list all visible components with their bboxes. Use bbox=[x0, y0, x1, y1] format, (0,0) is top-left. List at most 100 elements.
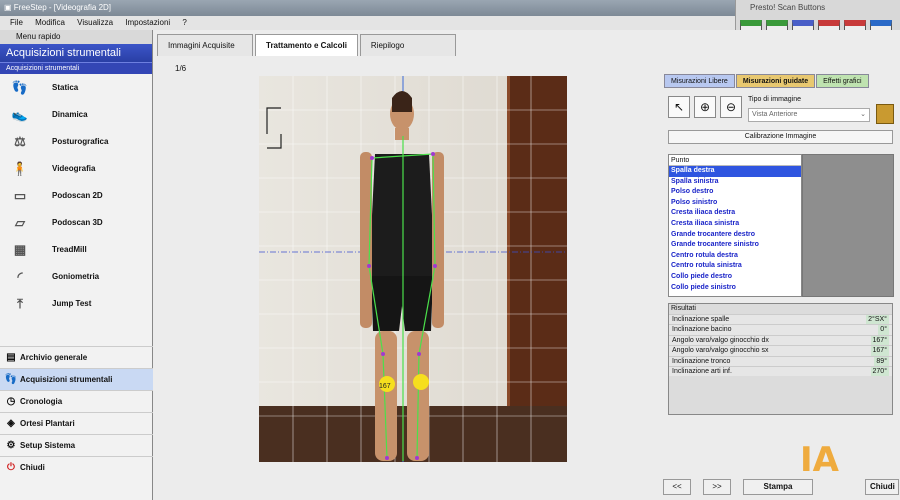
result-label: Inclinazione arti inf. bbox=[672, 367, 732, 375]
knee-angle-label: 167 bbox=[379, 383, 391, 390]
orthotic-icon: ◈ bbox=[7, 418, 15, 429]
window-title: FreeStep - [Videografia 2D] bbox=[13, 3, 112, 12]
result-label: Inclinazione tronco bbox=[672, 357, 731, 365]
prev-button[interactable]: << bbox=[663, 479, 691, 495]
history-icon: ◷ bbox=[6, 396, 16, 407]
sidebar: Menu rapido Acquisizioni strumentali Acq… bbox=[0, 30, 153, 500]
nav-item-label: Setup Sistema bbox=[20, 441, 76, 450]
next-button[interactable]: >> bbox=[703, 479, 731, 495]
result-row: Inclinazione tronco 89° bbox=[669, 355, 892, 366]
result-label: Inclinazione spalle bbox=[672, 316, 730, 323]
tool-videografia[interactable]: 🧍 Videografia bbox=[0, 155, 152, 182]
point-list-item[interactable]: Centro rotula sinistra bbox=[669, 261, 801, 272]
tool-label: Videografia bbox=[52, 164, 96, 173]
sidebar-subtitle: Acquisizioni strumentali bbox=[0, 62, 152, 74]
result-value: 2°SX° bbox=[866, 315, 889, 325]
quick-menu-header: Menu rapido bbox=[0, 30, 152, 44]
pointer-icon[interactable]: ↖ bbox=[668, 96, 690, 118]
sidebar-title: Acquisizioni strumentali bbox=[0, 44, 152, 62]
point-list-item[interactable]: Cresta iliaca sinistra bbox=[669, 219, 801, 230]
measurement-overlay[interactable]: 167 bbox=[259, 76, 567, 462]
power-icon: ⏻ bbox=[7, 462, 15, 473]
close-button[interactable]: Chiudi bbox=[865, 479, 899, 495]
window-title-bar: ▣ FreeStep - [Videografia 2D] bbox=[0, 0, 735, 16]
watermark-logo: IA bbox=[800, 440, 839, 480]
jump-icon: ⤒ bbox=[17, 295, 23, 311]
results-header: Risultati bbox=[671, 305, 696, 312]
tool-dinamica[interactable]: 👟 Dinamica bbox=[0, 101, 152, 128]
points-list: Punto Spalla destra Spalla sinistra Polso … bbox=[668, 154, 802, 297]
posture-image[interactable]: 167 bbox=[259, 76, 567, 462]
point-list-item[interactable]: Grande trocantere destro bbox=[669, 230, 801, 241]
nav-item-setup-sistema[interactable]: ⚙ Setup Sistema bbox=[0, 434, 153, 456]
app-icon: ▣ bbox=[4, 3, 14, 12]
result-label: Inclinazione bacino bbox=[672, 326, 732, 334]
result-label: Angolo varo/valgo ginocchio dx bbox=[672, 336, 769, 344]
tool-jump-test[interactable]: ⤒ Jump Test bbox=[0, 290, 152, 317]
person-figure bbox=[360, 91, 444, 461]
point-list-item[interactable]: Polso destro bbox=[669, 187, 801, 198]
result-row: Inclinazione arti inf. 270° bbox=[669, 365, 892, 377]
nav-item-label: Acquisizioni strumentali bbox=[20, 375, 113, 384]
menu-help[interactable]: ? bbox=[182, 18, 186, 27]
point-list-item[interactable]: Centro rotula destra bbox=[669, 251, 801, 262]
feet-icon: 👣 bbox=[11, 79, 29, 95]
zoom-in-icon[interactable]: ⊕ bbox=[694, 96, 716, 118]
tab-trattamento-calcoli[interactable]: Trattamento e Calcoli bbox=[255, 34, 358, 56]
nav-item-label: Ortesi Plantari bbox=[20, 419, 75, 428]
result-value: 0° bbox=[878, 325, 889, 335]
tab-riepilogo[interactable]: Riepilogo bbox=[359, 34, 456, 56]
point-list-item[interactable]: Grande trocantere sinistro bbox=[669, 240, 801, 251]
menu-impostazioni[interactable]: Impostazioni bbox=[125, 18, 170, 27]
tool-label: TreadMill bbox=[52, 245, 87, 254]
presto-title: Presto! Scan Buttons bbox=[750, 3, 826, 12]
menu-modifica[interactable]: Modifica bbox=[35, 18, 65, 27]
treadmill-icon: ▦ bbox=[13, 241, 27, 257]
result-label: Angolo varo/valgo ginocchio sx bbox=[672, 347, 769, 355]
result-row: Inclinazione spalle 2°SX° bbox=[669, 314, 892, 325]
point-list-item[interactable]: Polso sinistro bbox=[669, 198, 801, 209]
tool-label: Jump Test bbox=[52, 299, 92, 308]
main-panel: Immagini Acquisite Trattamento e Calcoli… bbox=[153, 30, 900, 500]
tool-posturografica[interactable]: ⚖ Posturografica bbox=[0, 128, 152, 155]
nav-item-acquisizioni-strumentali[interactable]: 👣 Acquisizioni strumentali bbox=[0, 368, 153, 390]
zoom-out-icon[interactable]: ⊖ bbox=[720, 96, 742, 118]
result-value: 167° bbox=[870, 335, 889, 346]
tool-podoscan-2d[interactable]: ▭ Podoscan 2D bbox=[0, 182, 152, 209]
nav-item-archivio-generale[interactable]: ▤ Archivio generale bbox=[0, 346, 153, 368]
nav-item-chiudi[interactable]: ⏻ Chiudi bbox=[0, 456, 153, 478]
tab-effetti-grafici[interactable]: Effetti grafici bbox=[816, 74, 869, 88]
nav-item-label: Chiudi bbox=[20, 463, 45, 472]
menu-file[interactable]: File bbox=[10, 18, 23, 27]
point-list-item[interactable]: Collo piede destro bbox=[669, 272, 801, 283]
print-button[interactable]: Stampa bbox=[743, 479, 813, 495]
point-list-item[interactable]: Cresta iliaca destra bbox=[669, 208, 801, 219]
tool-podoscan-3d[interactable]: ▱ Podoscan 3D bbox=[0, 209, 152, 236]
image-type-select[interactable]: Vista Anteriore ⌄ bbox=[748, 108, 870, 122]
lock-icon[interactable] bbox=[876, 104, 894, 124]
tool-label: Podoscan 2D bbox=[52, 191, 103, 200]
menu-visualizza[interactable]: Visualizza bbox=[77, 18, 113, 27]
tab-immagini-acquisite[interactable]: Immagini Acquisite bbox=[157, 34, 253, 56]
tool-statica[interactable]: 👣 Statica bbox=[0, 74, 152, 101]
results-table: Risultati Inclinazione spalle 2°SX° Inclin… bbox=[668, 303, 893, 415]
tool-treadmill[interactable]: ▦ TreadMill bbox=[0, 236, 152, 263]
nav-item-label: Archivio generale bbox=[20, 353, 88, 362]
goniometer-icon: ◜ bbox=[17, 268, 23, 284]
result-value: 270° bbox=[870, 366, 889, 377]
point-list-item[interactable]: Collo piede sinistro bbox=[669, 283, 801, 294]
result-value: 167° bbox=[870, 346, 889, 356]
setup-icon: ⚙ bbox=[6, 440, 16, 451]
nav-item-ortesi-plantari[interactable]: ◈ Ortesi Plantari bbox=[0, 412, 153, 434]
point-list-item[interactable]: Spalla sinistra bbox=[669, 177, 801, 188]
knee-angle-marker-left bbox=[413, 374, 429, 390]
tab-misurazioni-libere[interactable]: Misurazioni Libere bbox=[664, 74, 735, 88]
video-figure-icon: 🧍 bbox=[11, 160, 29, 176]
point-list-item[interactable]: Spalla destra bbox=[669, 166, 801, 177]
calibration-button[interactable]: Calibrazione Immagine bbox=[668, 130, 893, 144]
scanner-3d-icon: ▱ bbox=[15, 214, 25, 230]
nav-item-cronologia[interactable]: ◷ Cronologia bbox=[0, 390, 153, 412]
tool-goniometria[interactable]: ◜ Goniometria bbox=[0, 263, 152, 290]
tab-misurazioni-guidate[interactable]: Misurazioni guidate bbox=[735, 74, 816, 88]
result-value: 89° bbox=[874, 356, 889, 366]
